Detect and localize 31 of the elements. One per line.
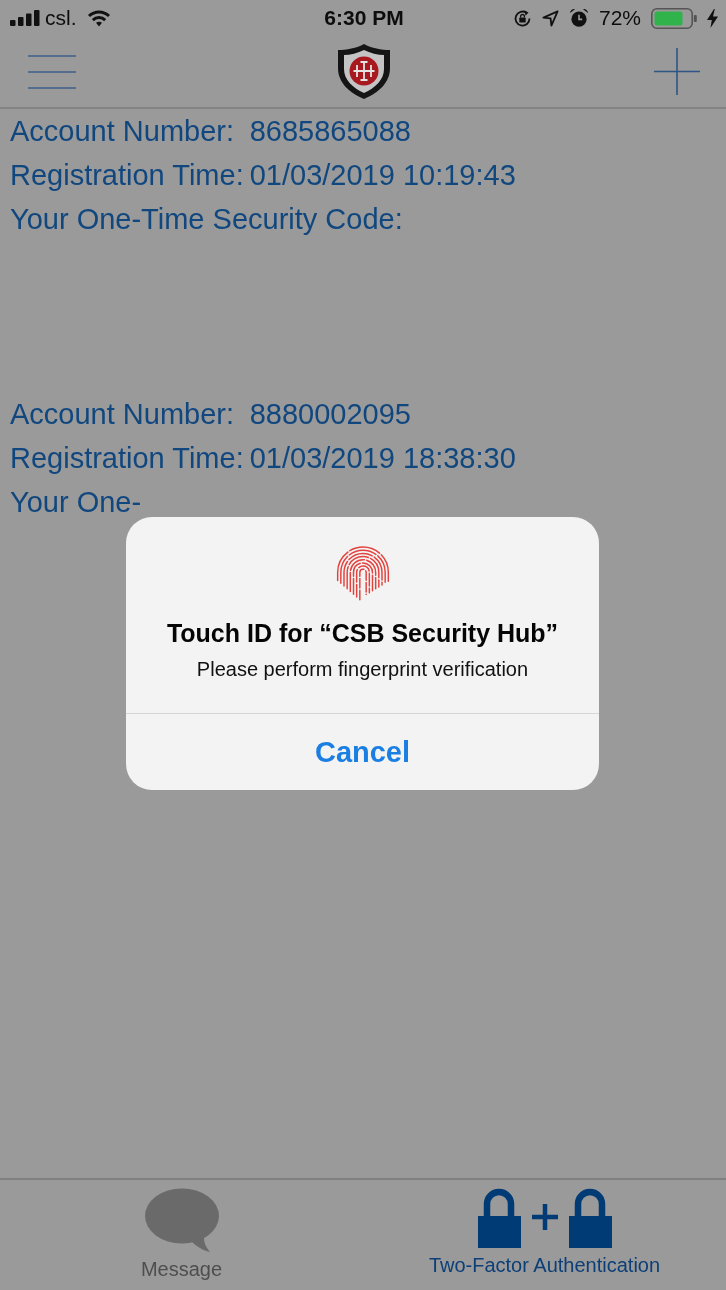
field-label: Registration Time: (10, 441, 244, 476)
two-padlocks-icon (476, 1188, 613, 1248)
fingerprint-icon (335, 546, 390, 603)
rotation-lock-icon (512, 8, 532, 28)
cancel-button[interactable]: Cancel (126, 713, 599, 790)
field-label: Your One- (10, 485, 142, 520)
field-label: Registration Time: (10, 158, 244, 193)
field-value: 01/03/2019 10:19:43 (249, 158, 516, 193)
field-label: Your One-Time Security Code: (10, 202, 403, 237)
tab[interactable]: Message (0, 1180, 363, 1290)
location-arrow-icon (541, 9, 559, 27)
field-value: 01/03/2019 18:38:30 (249, 441, 516, 476)
signal-bars-icon (10, 10, 40, 26)
dialog-message: Please perform fingerprint verification (196, 657, 529, 682)
shield-logo-icon (336, 43, 392, 100)
speech-bubble-icon (143, 1188, 220, 1252)
field-label: Account Number: (10, 397, 235, 432)
battery-icon (651, 7, 697, 29)
lightning-bolt-icon (707, 8, 718, 28)
menu-icon[interactable] (28, 54, 76, 89)
battery-percentage: 72% (598, 6, 641, 30)
field-label: Account Number: (10, 114, 235, 149)
status-time: 6:30 PM (324, 6, 404, 30)
wifi-icon (86, 9, 111, 27)
carrier-name: csl. (45, 6, 77, 30)
field-value: 8880002095 (249, 397, 411, 432)
dialog-title: Touch ID for “CSB Security Hub” (166, 618, 559, 649)
field-value: 8685865088 (249, 114, 411, 149)
tab[interactable]: Two-Factor Authentication (363, 1180, 726, 1290)
alarm-clock-icon (568, 8, 589, 28)
add-icon[interactable] (654, 48, 700, 95)
